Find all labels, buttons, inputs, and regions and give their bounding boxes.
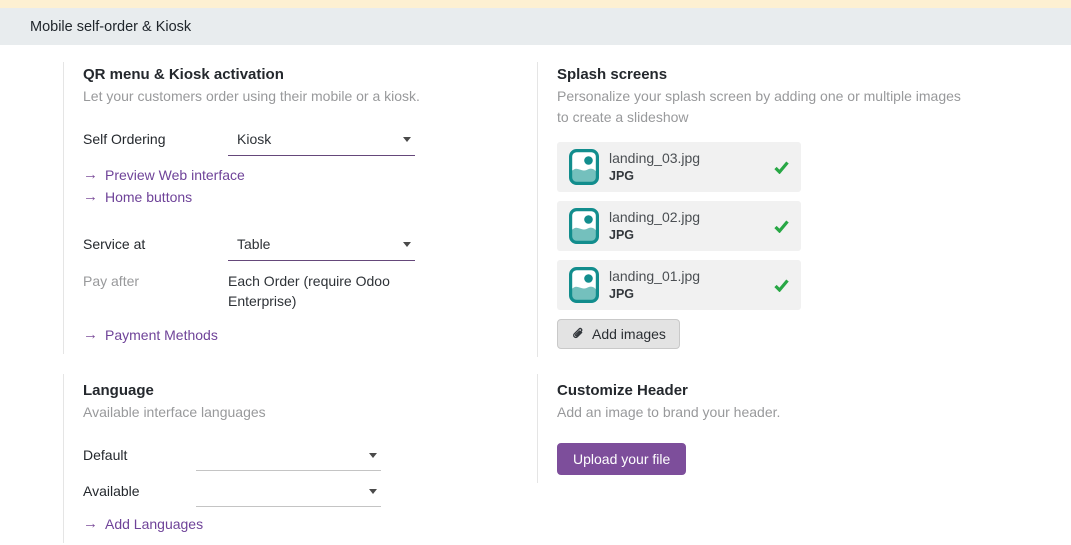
arrow-right-icon: → [83,188,98,205]
pay-after-value: Each Order (require Odoo Enterprise) [228,273,390,309]
file-type-badge: JPG [609,169,635,183]
link-label: Home buttons [105,189,193,205]
chevron-down-icon [369,453,377,458]
field-row-default-language: Default [83,445,537,471]
section-splash-screens: Splash screens Personalize your splash s… [537,62,977,357]
chevron-down-icon [403,242,411,247]
upload-file-button[interactable]: Upload your file [557,443,687,475]
field-row-pay-after: Pay after Each Order (require Odoo Enter… [83,271,537,311]
section-title: QR menu & Kiosk activation [83,66,284,83]
page-title: Mobile self-order & Kiosk [30,18,192,35]
splash-image-item[interactable]: landing_01.jpg JPG [557,260,801,310]
file-name: landing_03.jpg [609,150,701,166]
file-type-badge: JPG [609,287,635,301]
button-label: Add images [592,326,666,342]
default-language-label: Default [83,447,128,463]
file-meta: landing_01.jpg JPG [609,268,700,302]
file-name: landing_02.jpg [609,209,701,225]
link-label: Add Languages [105,516,204,532]
section-subtitle: Add an image to brand your header. [557,404,781,420]
splash-image-list: landing_03.jpg JPG landing_02.jpg JPG la… [557,142,977,310]
section-title: Language [83,382,154,399]
button-label: Upload your file [573,451,671,467]
section-subtitle: Personalize your splash screen by adding… [557,88,961,125]
image-icon [569,208,599,244]
field-row-self-ordering: Self Ordering Kiosk [83,129,537,156]
check-icon [774,278,789,292]
field-row-available-languages: Available [83,481,537,507]
service-at-select[interactable]: Table [228,234,415,261]
chevron-down-icon [369,489,377,494]
default-language-select[interactable] [196,445,381,471]
qr-links: → Preview Web interface → Home buttons [83,164,537,208]
check-icon [774,219,789,233]
splash-image-item[interactable]: landing_03.jpg JPG [557,142,801,192]
file-type-badge: JPG [609,228,635,242]
paperclip-icon [571,327,585,341]
section-customize-header: Customize Header Add an image to brand y… [537,374,977,483]
top-accent-band [0,0,1071,8]
link-label: Preview Web interface [105,167,245,183]
section-language: Language Available interface languages D… [63,374,537,543]
file-meta: landing_02.jpg JPG [609,209,700,243]
available-languages-label: Available [83,483,140,499]
add-languages-link[interactable]: → Add Languages [83,513,537,535]
section-title: Customize Header [557,382,688,399]
splash-image-item[interactable]: landing_02.jpg JPG [557,201,801,251]
settings-page: Mobile self-order & Kiosk QR menu & Kios… [0,0,1071,545]
check-icon [774,160,789,174]
field-row-service-at: Service at Table [83,234,537,261]
self-ordering-label: Self Ordering [83,131,166,147]
arrow-right-icon: → [83,515,98,532]
file-meta: landing_03.jpg JPG [609,150,700,184]
image-icon [569,149,599,185]
arrow-right-icon: → [83,326,98,343]
section-subtitle: Let your customers order using their mob… [83,88,420,104]
section-qr-kiosk-activation: QR menu & Kiosk activation Let your cust… [63,62,537,354]
preview-web-interface-link[interactable]: → Preview Web interface [83,164,537,186]
service-at-value: Table [237,236,271,252]
section-subtitle: Available interface languages [83,404,266,420]
file-name: landing_01.jpg [609,268,701,284]
section-title: Splash screens [557,66,668,83]
home-buttons-link[interactable]: → Home buttons [83,186,537,208]
add-images-button[interactable]: Add images [557,319,680,349]
image-icon [569,267,599,303]
arrow-right-icon: → [83,166,98,183]
service-at-label: Service at [83,236,146,252]
payment-methods-link[interactable]: → Payment Methods [83,324,537,346]
available-languages-select[interactable] [196,481,381,507]
chevron-down-icon [403,137,411,142]
page-header: Mobile self-order & Kiosk [0,8,1071,45]
pay-after-label: Pay after [83,273,140,289]
link-label: Payment Methods [105,327,218,343]
self-ordering-value: Kiosk [237,131,272,147]
self-ordering-select[interactable]: Kiosk [228,129,415,156]
